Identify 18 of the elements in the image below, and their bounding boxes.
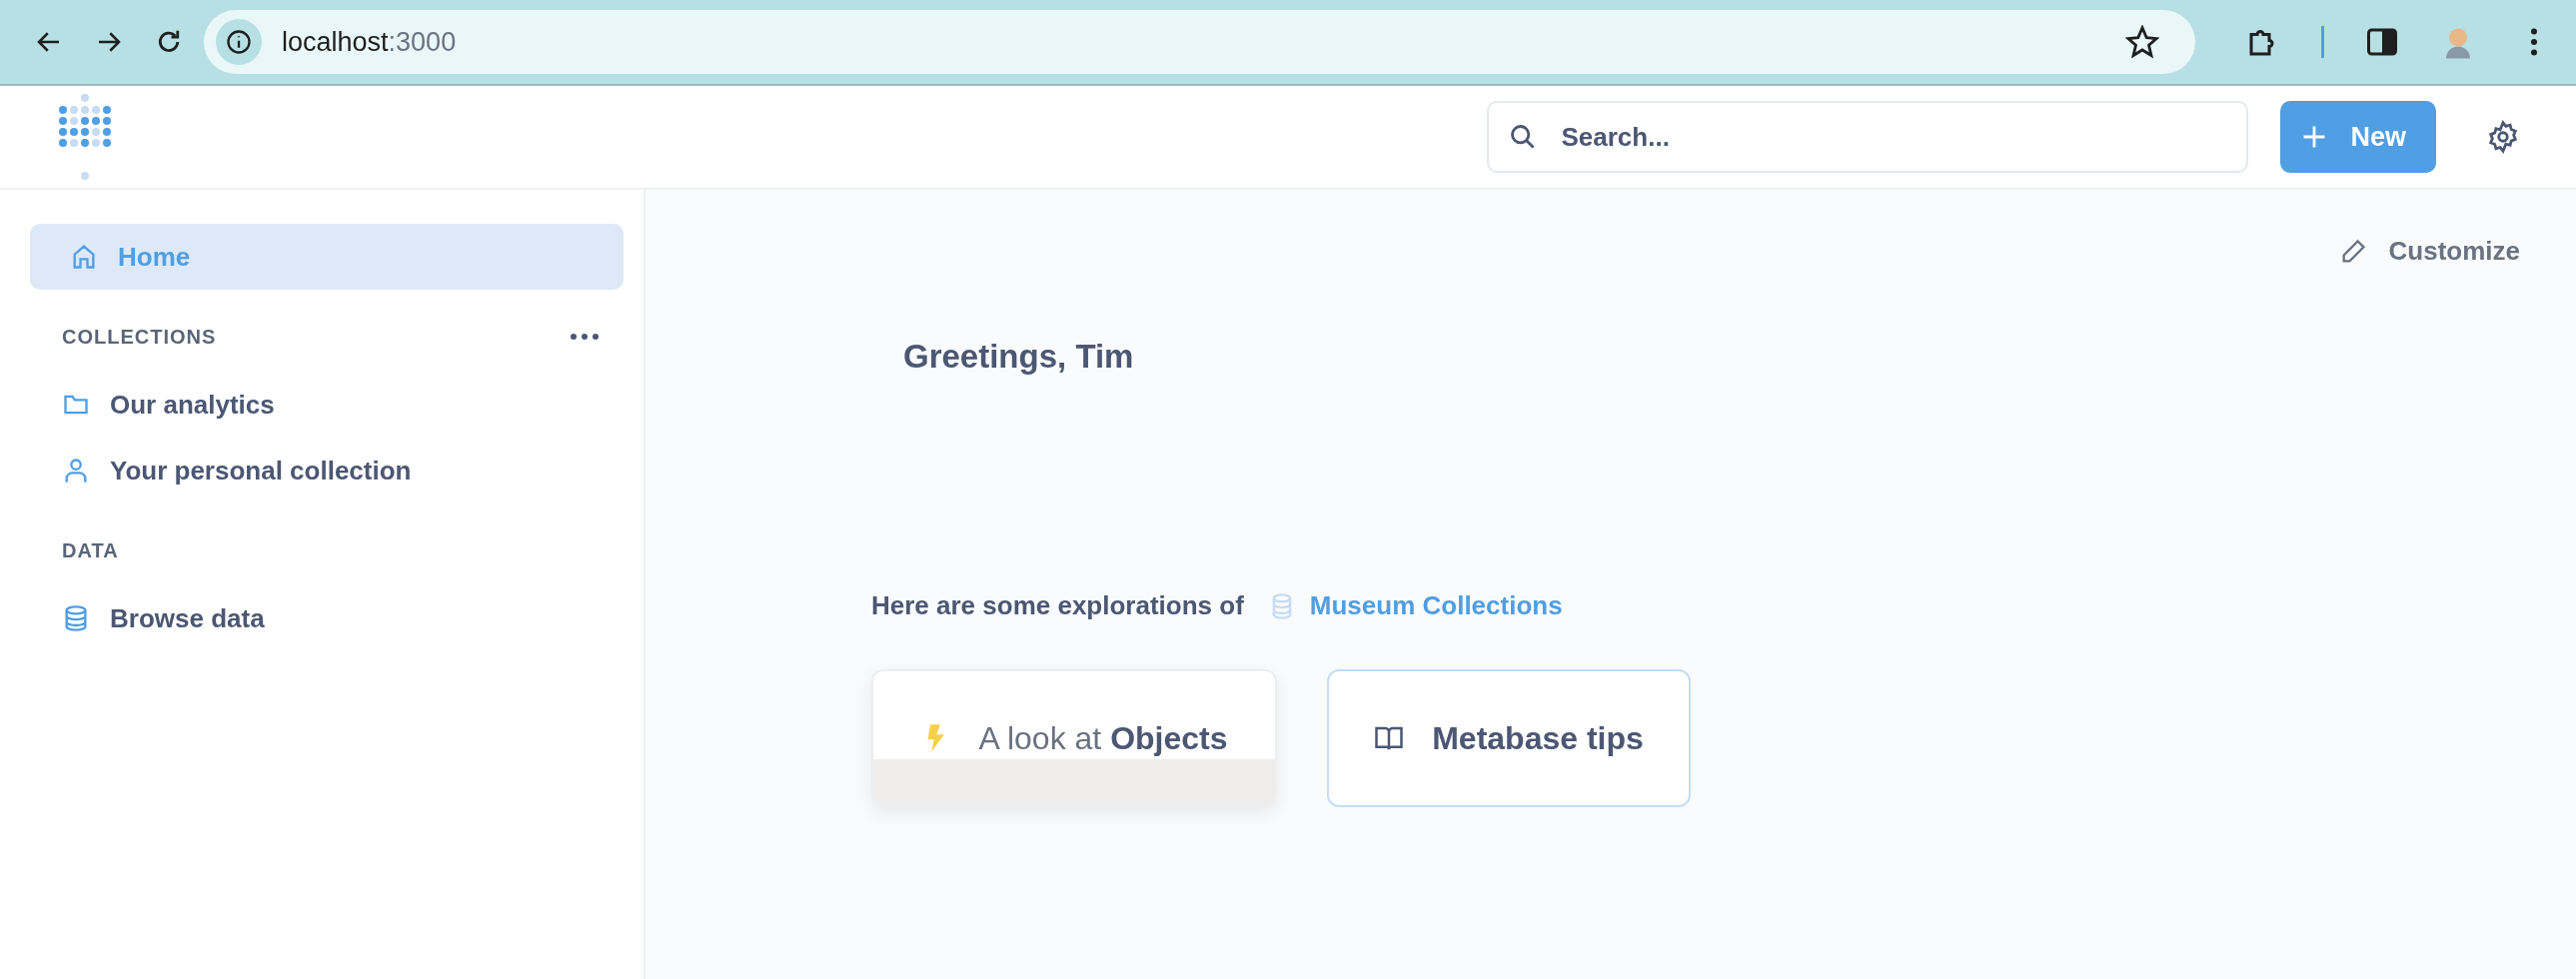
sidebar-item[interactable]: Your personal collection: [30, 438, 624, 503]
greeting-heading: Greetings, Tim: [903, 338, 1135, 376]
explorations-text: Here are some explorations of: [871, 590, 1244, 621]
settings-icon[interactable]: [2486, 120, 2520, 154]
url-text: localhost:3000: [282, 26, 458, 58]
tips-card[interactable]: Metabase tips: [1327, 669, 1691, 807]
logo-icon[interactable]: [58, 92, 112, 182]
search-field[interactable]: Search...: [1487, 101, 2249, 173]
info-icon[interactable]: [216, 19, 262, 65]
section-title: COLLECTIONS: [62, 325, 217, 349]
sidebar-item[interactable]: Our analytics: [30, 372, 624, 438]
sidebar-item[interactable]: Browse data: [30, 585, 624, 651]
section-title: DATA: [62, 538, 119, 562]
star-icon[interactable]: [2125, 25, 2159, 59]
more-icon[interactable]: [570, 332, 600, 342]
address-bar[interactable]: localhost:3000: [204, 10, 2195, 74]
customize-button[interactable]: Customize: [2332, 235, 2526, 268]
exploration-card[interactable]: A look at Objects: [871, 669, 1277, 807]
